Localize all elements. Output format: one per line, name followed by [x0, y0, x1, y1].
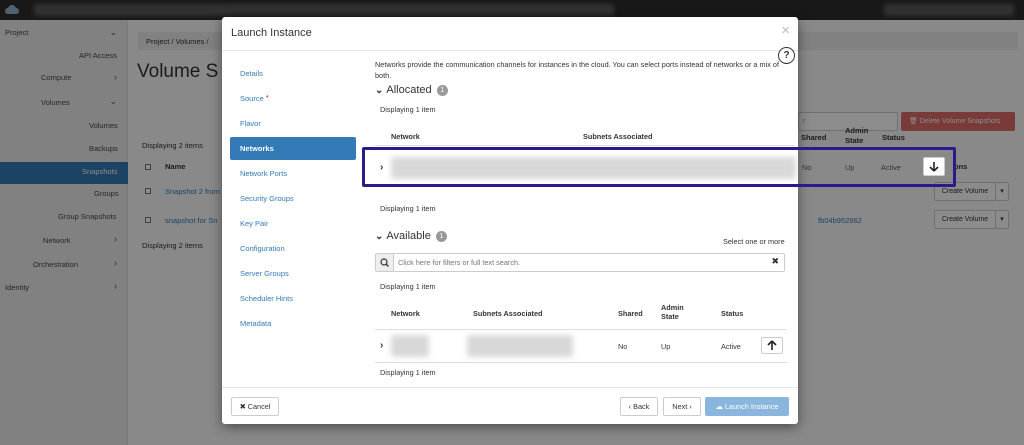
row-divider — [375, 329, 787, 330]
tab-metadata[interactable]: Metadata — [230, 312, 356, 335]
column-admin-state: Admin State — [661, 303, 684, 321]
arrow-up-icon — [767, 340, 777, 350]
allocate-button[interactable] — [761, 337, 783, 354]
chevron-down-icon: ⌄ — [375, 231, 384, 242]
clear-icon[interactable]: ✖ — [771, 256, 779, 267]
allocated-row-highlight — [362, 147, 956, 187]
tab-flavor[interactable]: Flavor — [230, 112, 356, 135]
column-subnets-associated: Subnets Associated — [473, 309, 543, 318]
allocated-heading[interactable]: ⌄ Allocated 1 — [375, 84, 448, 96]
launch-instance-modal: Launch Instance × ? Details Source * Fla… — [222, 17, 798, 424]
column-shared: Shared — [618, 309, 643, 318]
displaying-count: Displaying 1 item — [380, 368, 436, 377]
divider — [222, 50, 798, 51]
launch-label: Launch Instance — [724, 402, 779, 411]
column-network: Network — [391, 132, 420, 141]
row-divider — [375, 145, 795, 146]
select-hint: Select one or more — [723, 237, 785, 246]
back-button[interactable]: ‹ Back — [620, 397, 658, 416]
column-subnets-associated: Subnets Associated — [583, 132, 653, 141]
close-icon[interactable]: × — [781, 22, 790, 39]
displaying-count: Displaying 1 item — [380, 105, 436, 114]
available-count-badge: 1 — [435, 230, 447, 242]
column-network: Network — [391, 309, 420, 318]
available-label: Available — [386, 230, 431, 242]
cell-admin-state: Up — [661, 342, 671, 351]
search-icon — [376, 254, 394, 271]
redacted-subnets — [467, 335, 573, 357]
launch-instance-button[interactable]: ☁ Launch Instance — [705, 397, 789, 416]
search-bar[interactable]: ✖ — [375, 253, 785, 272]
search-input[interactable] — [398, 256, 758, 269]
divider — [222, 387, 798, 388]
available-heading[interactable]: ⌄ Available 1 — [375, 230, 447, 242]
chevron-down-icon: ⌄ — [375, 85, 384, 96]
allocated-label: Allocated — [386, 84, 432, 96]
modal-title: Launch Instance — [231, 27, 312, 39]
tab-source-label: Source — [240, 94, 264, 103]
displaying-count: Displaying 1 item — [380, 204, 436, 213]
cloud-upload-icon: ☁ — [715, 402, 725, 411]
tab-source[interactable]: Source * — [230, 87, 356, 110]
next-button[interactable]: Next › — [663, 397, 701, 416]
tab-network-ports[interactable]: Network Ports — [230, 162, 356, 185]
redacted-network-name — [391, 335, 429, 357]
next-label: Next — [672, 402, 688, 411]
tab-networks[interactable]: Networks — [230, 137, 356, 160]
tab-scheduler-hints[interactable]: Scheduler Hints — [230, 287, 356, 310]
tab-server-groups[interactable]: Server Groups — [230, 262, 356, 285]
allocated-count-badge: 1 — [436, 84, 448, 96]
column-status: Status — [721, 309, 744, 318]
chevron-right-icon[interactable]: › — [380, 340, 383, 351]
tab-key-pair[interactable]: Key Pair — [230, 212, 356, 235]
tab-configuration[interactable]: Configuration — [230, 237, 356, 260]
cell-shared: No — [618, 342, 628, 351]
tab-details[interactable]: Details — [230, 62, 356, 85]
cancel-button[interactable]: ✖ Cancel — [231, 397, 279, 416]
cancel-label: Cancel — [247, 402, 271, 411]
close-icon: ✖ — [239, 402, 248, 411]
displaying-count: Displaying 1 item — [380, 282, 436, 291]
row-divider — [375, 362, 787, 363]
networks-description: Networks provide the communication chann… — [375, 60, 779, 80]
back-label: Back — [633, 402, 650, 411]
chevron-right-icon: › — [687, 402, 692, 411]
cell-status: Active — [721, 342, 741, 351]
required-marker: * — [265, 95, 269, 102]
tab-security-groups[interactable]: Security Groups — [230, 187, 356, 210]
